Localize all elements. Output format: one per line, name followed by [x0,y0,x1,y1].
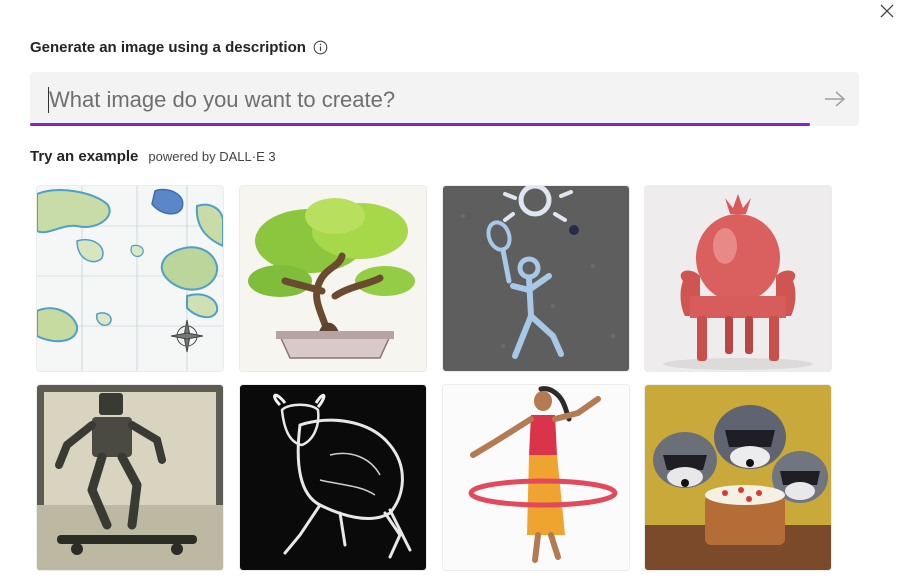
prompt-focus-underline [30,123,810,126]
example-hula-hoop[interactable] [443,385,629,570]
dialog-heading: Generate an image using a description [30,37,328,57]
arrow-right-icon [824,91,845,107]
example-pomegranate-chair[interactable] [645,186,831,371]
examples-title: Try an example [30,148,139,165]
example-map[interactable] [37,186,223,371]
examples-grid [37,186,837,576]
hula-hoop-image [443,385,629,570]
examples-header: Try an example powered by DALL·E 3 [30,148,276,168]
info-icon[interactable] [313,40,328,55]
example-bonsai[interactable] [240,186,426,371]
dialog-title: Generate an image using a description [30,38,306,56]
submit-button[interactable] [810,72,859,126]
close-icon [880,4,894,18]
powered-by-label: powered by DALL·E 3 [148,149,276,164]
bull-image [240,385,426,570]
example-bull[interactable] [240,385,426,570]
close-button[interactable] [874,0,900,22]
example-raccoon-cake[interactable] [645,385,831,570]
text-caret [48,87,49,113]
prompt-box [30,72,859,126]
bonsai-image [240,186,426,371]
raccoon-cake-image [645,385,831,570]
robot-skateboard-image [37,385,223,570]
prompt-input[interactable] [30,72,810,126]
example-chalk-tennis[interactable] [443,186,629,371]
chalk-tennis-image [443,186,629,371]
example-robot-skateboard[interactable] [37,385,223,570]
pomegranate-chair-image [645,186,831,371]
map-image [37,186,223,371]
